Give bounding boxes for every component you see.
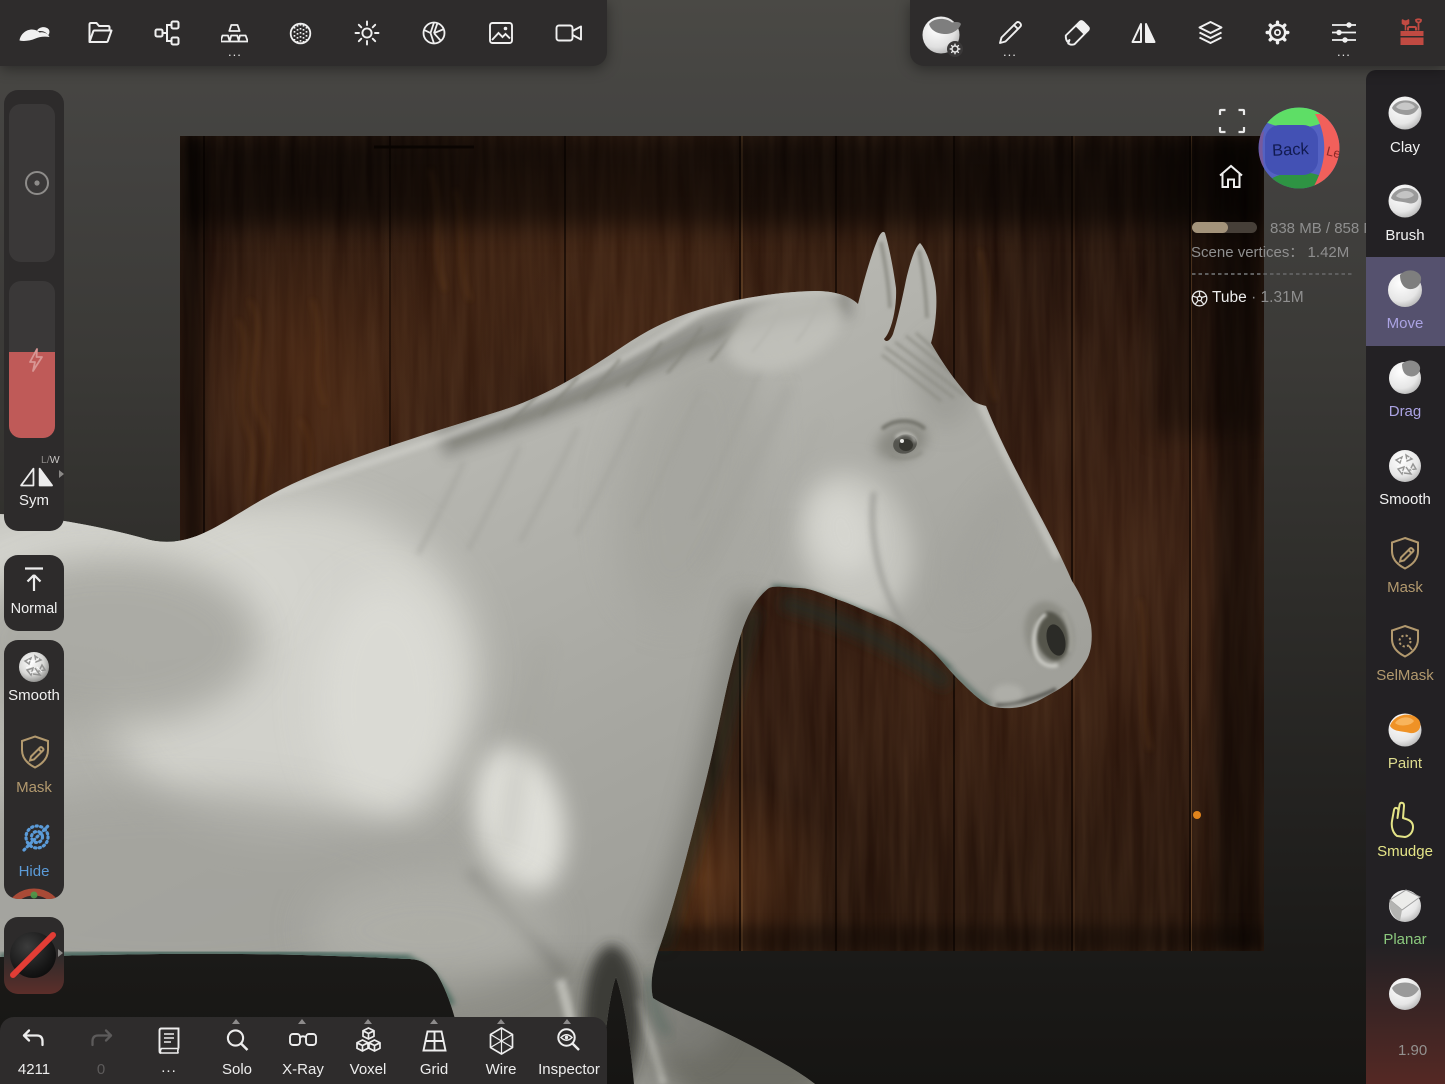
svg-text:Mask: Mask <box>1387 579 1423 596</box>
svg-text:Brush: Brush <box>1385 227 1424 244</box>
svg-text:Move: Move <box>1387 315 1424 332</box>
svg-text:Smudge: Smudge <box>1377 843 1433 860</box>
svg-text:Paint: Paint <box>1388 755 1423 772</box>
svg-text:Back: Back <box>1272 140 1310 160</box>
svg-text:SelMask: SelMask <box>1376 667 1434 684</box>
svg-text:Clay: Clay <box>1390 139 1421 156</box>
svg-text:Planar: Planar <box>1383 931 1426 948</box>
svg-text:Smooth: Smooth <box>1379 491 1431 508</box>
svg-text:Drag: Drag <box>1389 403 1422 420</box>
